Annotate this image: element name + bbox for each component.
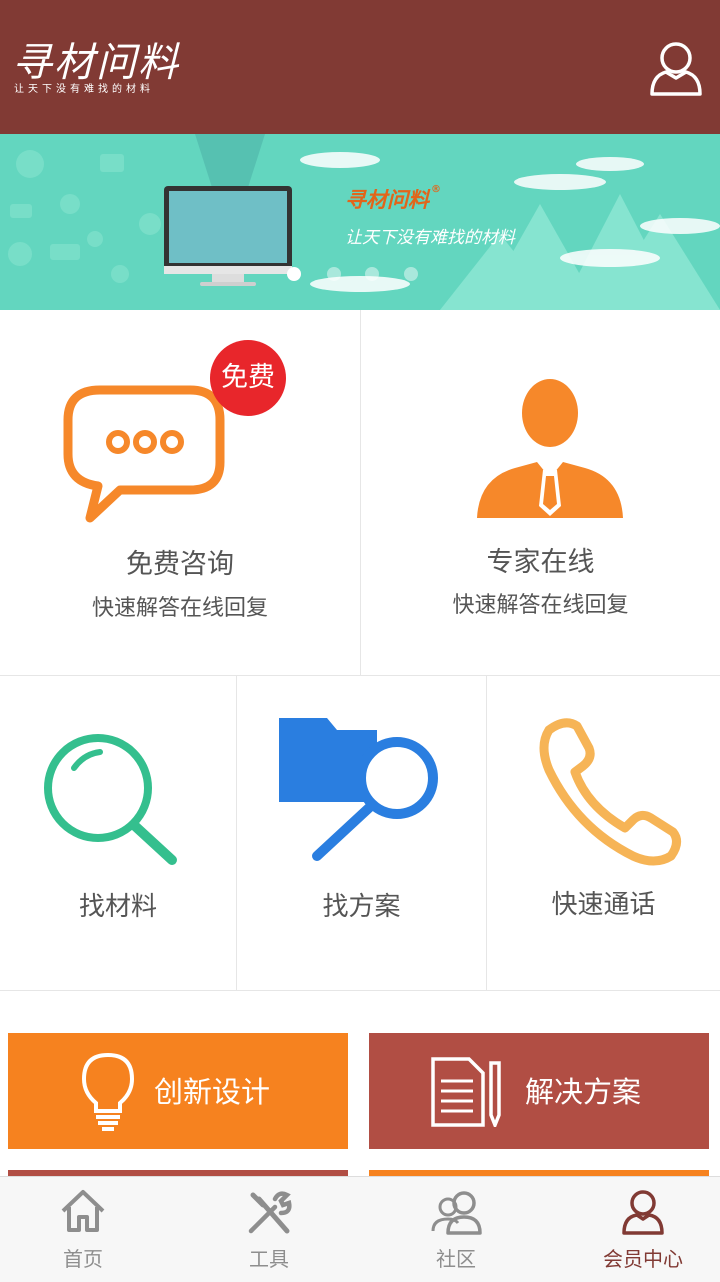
find-solution-card[interactable]: 找方案 xyxy=(237,676,487,990)
tab-member-center[interactable]: 会员中心 xyxy=(588,1177,698,1282)
tab-community-label: 社区 xyxy=(436,1247,476,1271)
find-material-card[interactable]: 找材料 xyxy=(0,676,237,990)
service-grid-mid: 找材料 找方案 快速通话 xyxy=(0,676,720,991)
tab-community[interactable]: 社区 xyxy=(401,1177,511,1282)
free-consult-title: 免费咨询 xyxy=(126,549,234,580)
community-icon xyxy=(431,1191,482,1235)
user-icon xyxy=(650,42,702,96)
tab-tools-label: 工具 xyxy=(249,1247,289,1271)
quick-call-card[interactable]: 快速通话 xyxy=(487,676,720,990)
find-solution-label: 找方案 xyxy=(322,892,401,922)
chat-bubble-icon xyxy=(63,385,225,523)
free-consult-card[interactable]: 免费 免费咨询 快速解答在线回复 xyxy=(0,310,361,675)
expert-online-title: 专家在线 xyxy=(486,547,595,578)
banner-brand: 寻材问料 ® xyxy=(345,184,441,212)
app-header: 寻材问料 让天下没有难找的材料 xyxy=(0,0,720,134)
service-grid-top: 免费 免费咨询 快速解答在线回复 专家在线 快速解答在线回复 xyxy=(0,310,720,676)
carousel-dot[interactable] xyxy=(327,267,341,281)
innovative-design-button[interactable]: 创新设计 xyxy=(8,1033,348,1149)
lightbulb-icon xyxy=(81,1052,135,1131)
magnifier-icon xyxy=(44,734,177,865)
user-profile-button[interactable] xyxy=(648,38,704,98)
promo-banner[interactable]: 寻材问料 ® 让天下没有难找的材料 xyxy=(0,134,720,310)
tab-home[interactable]: 首页 xyxy=(28,1177,138,1282)
phone-icon xyxy=(539,718,681,866)
free-badge: 免费 xyxy=(210,340,286,416)
home-icon xyxy=(61,1190,105,1232)
registered-mark: ® xyxy=(431,184,441,195)
quick-call-label: 快速通话 xyxy=(551,890,656,920)
expert-online-subtitle: 快速解答在线回复 xyxy=(452,593,629,618)
find-material-label: 找材料 xyxy=(78,892,157,922)
banner-slogan: 让天下没有难找的材料 xyxy=(345,228,515,248)
folder-search-icon xyxy=(279,718,438,861)
logo-subtitle: 让天下没有难找的材料 xyxy=(14,84,154,95)
tab-home-label: 首页 xyxy=(63,1247,103,1271)
bottom-tabbar: 首页 工具 社区 会员中心 xyxy=(0,1176,720,1282)
solution-button[interactable]: 解决方案 xyxy=(369,1033,709,1149)
carousel-dot[interactable] xyxy=(365,267,379,281)
tab-member-center-label: 会员中心 xyxy=(603,1247,683,1271)
free-consult-subtitle: 快速解答在线回复 xyxy=(91,596,268,621)
carousel-dot[interactable] xyxy=(287,267,301,281)
banner-illustration xyxy=(8,134,720,310)
document-pen-icon xyxy=(431,1057,501,1127)
tools-icon xyxy=(248,1191,292,1234)
member-icon xyxy=(622,1190,664,1235)
carousel-dot[interactable] xyxy=(404,267,418,281)
brand-logo[interactable]: 寻材问料 让天下没有难找的材料 xyxy=(8,30,208,100)
expert-online-card[interactable]: 专家在线 快速解答在线回复 xyxy=(361,310,720,675)
expert-person-icon xyxy=(477,379,623,518)
solution-label: 解决方案 xyxy=(525,1075,642,1109)
tab-tools[interactable]: 工具 xyxy=(214,1177,324,1282)
innovative-design-label: 创新设计 xyxy=(154,1075,271,1109)
